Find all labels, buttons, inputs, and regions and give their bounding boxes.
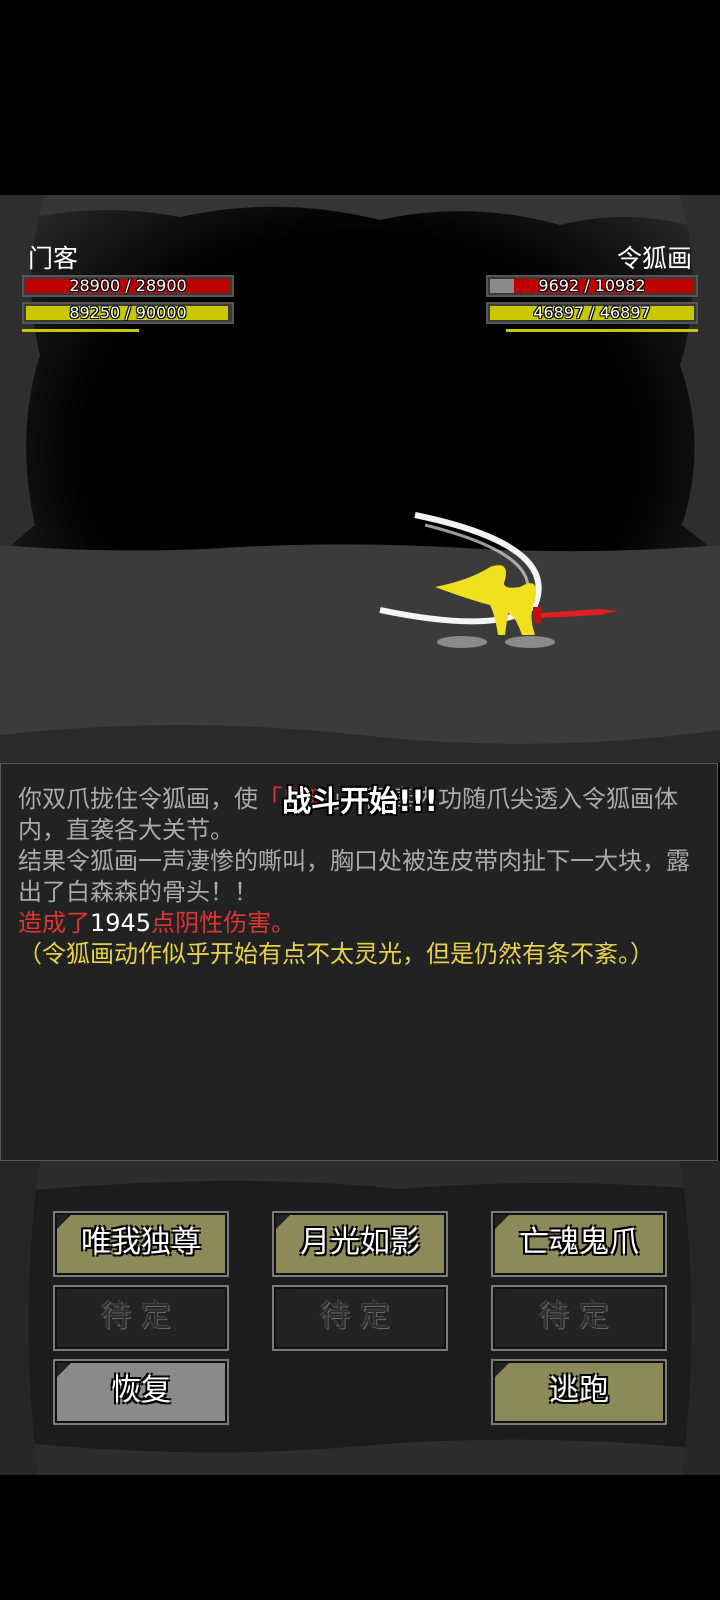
log-damage-suffix: 点阴性伤害。 — [151, 909, 296, 937]
combat-log: 你双爪拢住令狐画，使「鬼嚎」，阴毒内功随爪尖透入令狐画体内，直袭各大关节。 结果… — [0, 763, 718, 1161]
battle-arena: 门客 令狐画 28900 / 28900 89250 / 90000 9692 … — [0, 195, 720, 763]
enemy-mp-text: 46897 / 46897 — [533, 303, 651, 322]
skill-panel: 唯我独尊 月光如影 亡魂鬼爪 待定 待定 待定 恢复 逃跑 — [0, 1161, 720, 1475]
button-corner — [495, 1363, 509, 1377]
battle-start-banner: 战斗开始!!! — [282, 784, 438, 818]
button-corner — [276, 1215, 290, 1229]
skill-button-2[interactable]: 月光如影 — [272, 1211, 448, 1277]
skill-button-1[interactable]: 唯我独尊 — [53, 1211, 229, 1277]
skill-label: 唯我独尊 — [81, 1225, 201, 1260]
enemy-hp-bar: 9692 / 10982 — [486, 275, 698, 297]
player-exp-line — [22, 329, 139, 332]
button-corner — [57, 1289, 71, 1303]
button-corner — [495, 1215, 509, 1229]
recover-button[interactable]: 恢复 — [53, 1359, 229, 1425]
flee-label: 逃跑 — [549, 1373, 609, 1408]
skill-button-3[interactable]: 亡魂鬼爪 — [491, 1211, 667, 1277]
log-entry-status: （令狐画动作似乎开始有点不太灵光，但是仍然有条不紊。） — [18, 940, 654, 968]
skill-slot-6: 待定 — [491, 1285, 667, 1351]
log-damage-prefix: 造成了 — [18, 909, 90, 937]
player-hp-text: 28900 / 28900 — [69, 276, 187, 295]
player-mp-text: 89250 / 90000 — [69, 303, 187, 322]
log-entry-damage: 造成了1945点阴性伤害。 — [18, 908, 701, 939]
skill-label: 待定 — [101, 1299, 181, 1334]
log-entry-result: 结果令狐画一声凄惨的嘶叫，胸口处被连皮带肉扯下一大块，露出了白森森的骨头！！ — [18, 847, 690, 906]
skill-label: 待定 — [539, 1299, 619, 1334]
button-corner — [57, 1215, 71, 1229]
enemy-name: 令狐画 — [616, 244, 692, 273]
skill-slot-4: 待定 — [53, 1285, 229, 1351]
skill-slot-5: 待定 — [272, 1285, 448, 1351]
game-screen: 门客 令狐画 28900 / 28900 89250 / 90000 9692 … — [0, 0, 720, 1600]
enemy-hp-text: 9692 / 10982 — [538, 276, 646, 295]
recover-label: 恢复 — [111, 1373, 171, 1408]
log-damage-number: 1945 — [90, 909, 152, 937]
button-corner — [276, 1289, 290, 1303]
skill-label: 待定 — [320, 1299, 400, 1334]
player-hp-bar: 28900 / 28900 — [22, 275, 234, 297]
player-name: 门客 — [28, 244, 79, 273]
enemy-exp-line — [506, 329, 698, 332]
flee-button[interactable]: 逃跑 — [491, 1359, 667, 1425]
player-mp-bar: 89250 / 90000 — [22, 302, 234, 324]
button-corner — [57, 1363, 71, 1377]
button-corner — [495, 1289, 509, 1303]
skill-label: 亡魂鬼爪 — [519, 1225, 639, 1260]
enemy-mp-bar: 46897 / 46897 — [486, 302, 698, 324]
skill-label: 月光如影 — [300, 1225, 420, 1260]
